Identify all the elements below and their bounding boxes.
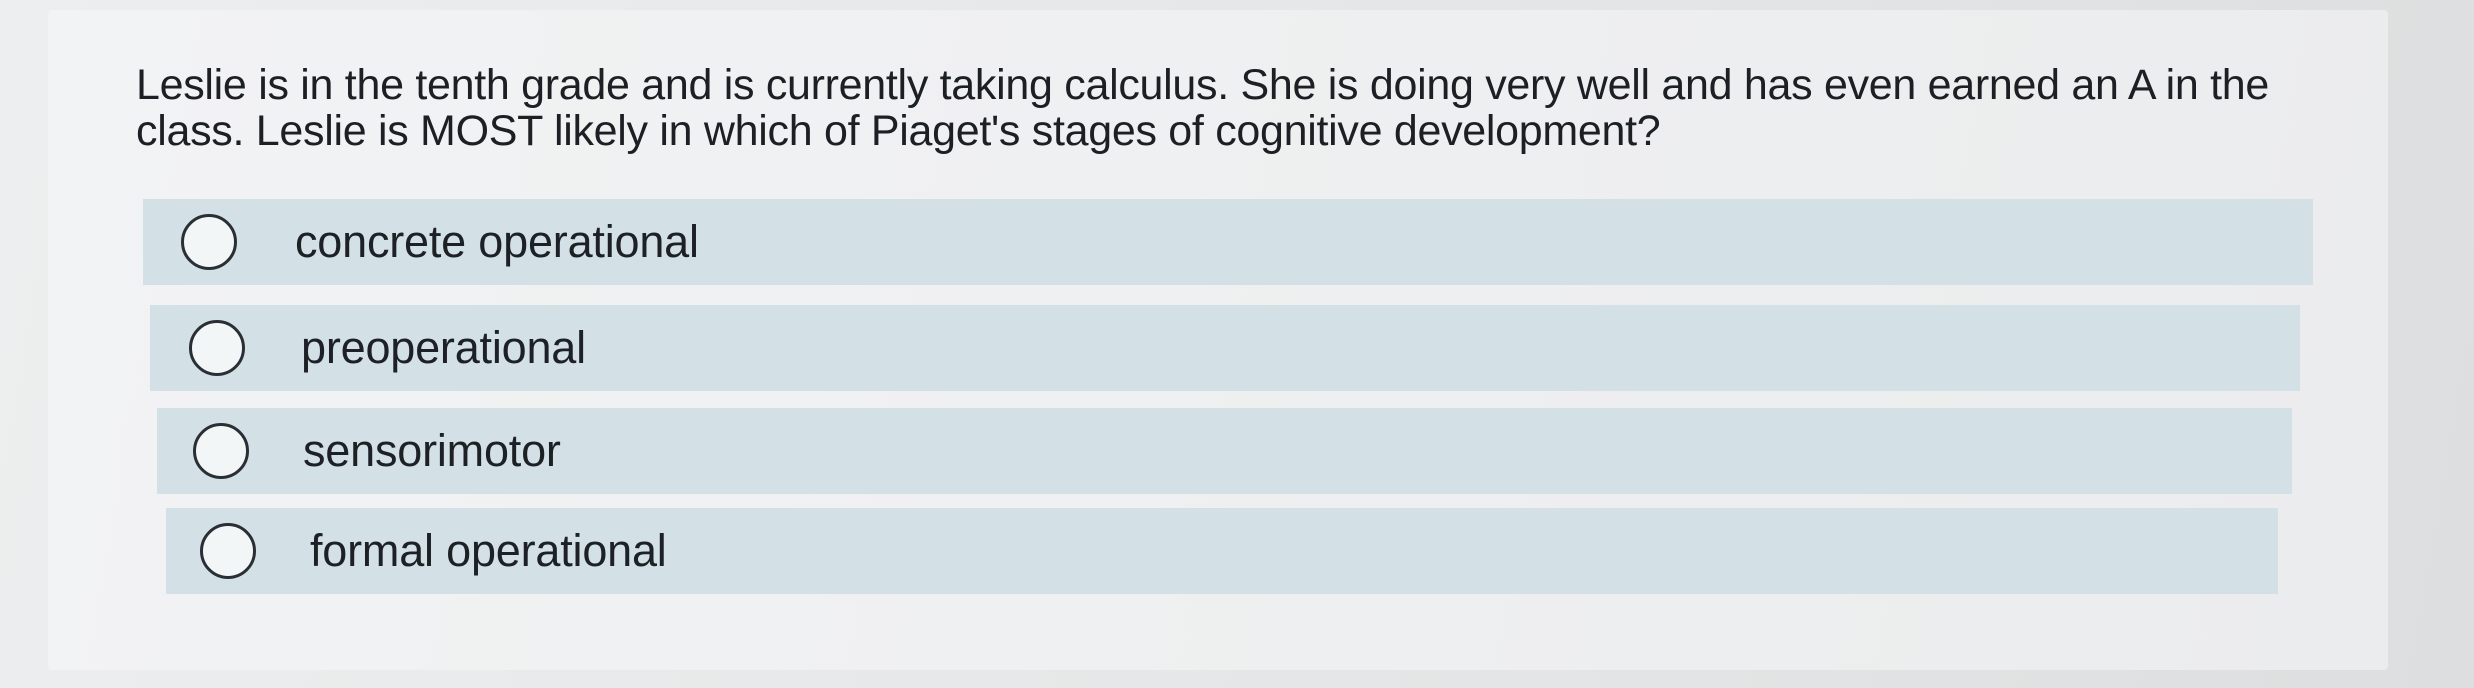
option-label: formal operational [310,525,667,576]
option-label: sensorimotor [303,425,561,476]
radio-button-icon[interactable] [189,320,245,376]
answer-option-preoperational[interactable]: preoperational [150,305,2300,391]
option-label: concrete operational [295,216,699,267]
radio-button-icon[interactable] [181,214,237,270]
radio-button-icon[interactable] [193,423,249,479]
answer-option-formal-operational[interactable]: formal operational [166,508,2278,594]
question-text: Leslie is in the tenth grade and is curr… [136,61,2269,155]
answer-option-concrete-operational[interactable]: concrete operational [143,199,2313,285]
radio-button-icon[interactable] [200,523,256,579]
answer-option-sensorimotor[interactable]: sensorimotor [157,408,2292,494]
option-label: preoperational [301,322,586,373]
